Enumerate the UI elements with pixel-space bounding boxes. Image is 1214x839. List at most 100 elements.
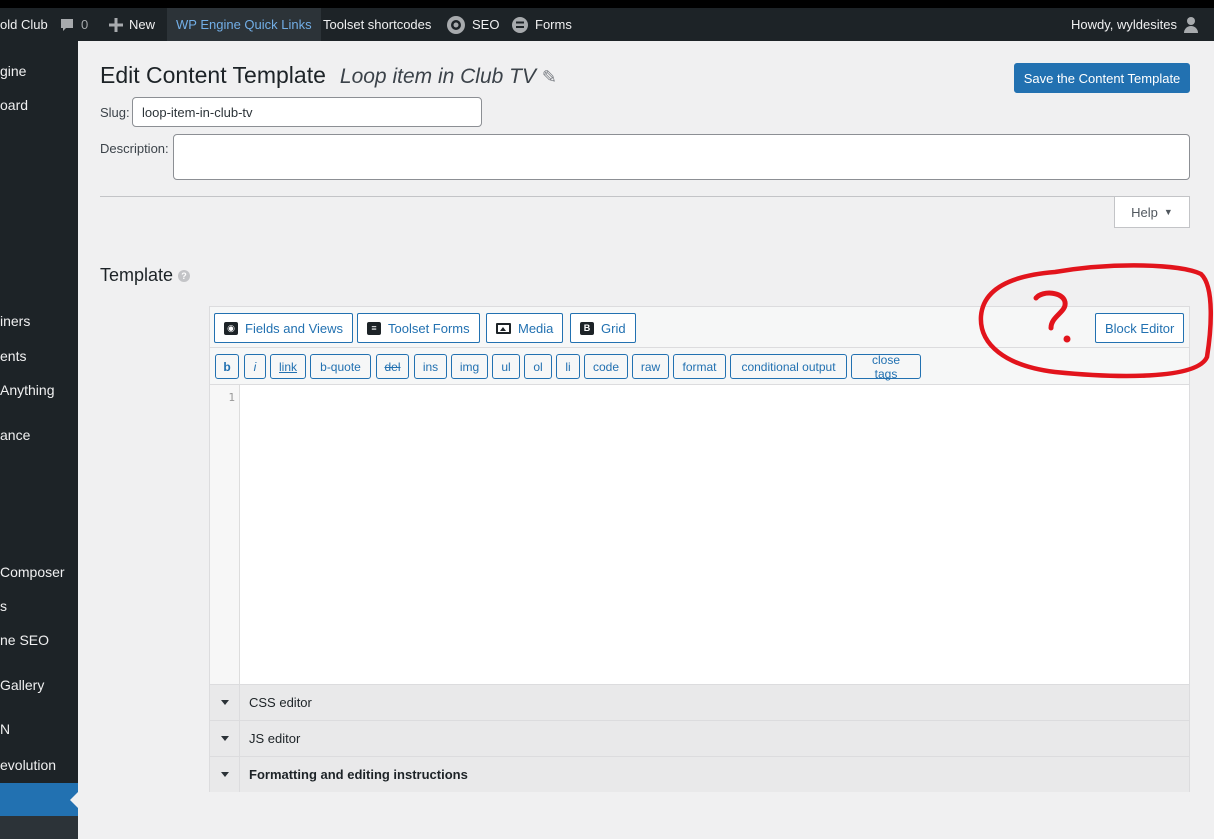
seo-label: SEO — [472, 17, 500, 32]
sidebar-item-current[interactable] — [0, 783, 78, 816]
toolset-views-icon: ◉ — [224, 321, 238, 335]
sidebar-item[interactable]: oard — [0, 97, 28, 113]
template-section-title: Template ? — [100, 265, 191, 286]
slug-label: Slug: — [100, 105, 130, 120]
block-editor-button[interactable]: Block Editor — [1095, 313, 1185, 343]
panel-toggle[interactable] — [210, 721, 240, 756]
comments-count: 0 — [81, 17, 89, 32]
quicktag-ul[interactable]: ul — [492, 354, 520, 379]
comment-icon — [59, 17, 75, 33]
toolset-forms-icon: ≡ — [367, 321, 381, 335]
page-title-text: Edit Content Template — [100, 62, 326, 88]
sidebar-item[interactable]: evolution — [0, 757, 56, 773]
code-editor[interactable]: 1 — [210, 385, 1189, 684]
template-editor: ◉ Fields and Views ≡ Toolset Forms Media… — [209, 306, 1190, 792]
formatting-instructions-label: Formatting and editing instructions — [249, 767, 468, 782]
sidebar-submenu — [0, 816, 78, 839]
quicktag-ins[interactable]: ins — [414, 354, 447, 379]
seo-gear-icon — [446, 15, 466, 35]
avatar-icon — [1183, 16, 1199, 33]
toolset-forms-label: Toolset Forms — [388, 320, 470, 336]
help-label: Help — [1131, 204, 1158, 220]
caret-down-icon — [220, 772, 229, 777]
line-number: 1 — [228, 391, 235, 404]
site-name-link[interactable]: old Club — [0, 8, 48, 41]
new-content-link[interactable]: New — [109, 8, 155, 41]
js-editor-panel[interactable]: JS editor — [210, 720, 1189, 756]
grid-button[interactable]: B Grid — [570, 313, 636, 343]
editor-toolbar: ◉ Fields and Views ≡ Toolset Forms Media… — [210, 307, 1189, 348]
quicktag-conditional-output[interactable]: conditional output — [730, 354, 847, 379]
quicktag-del[interactable]: del — [376, 354, 409, 379]
sidebar-item[interactable]: Composer — [0, 564, 65, 580]
quicktag-b-quote[interactable]: b-quote — [310, 354, 371, 379]
forms-icon — [511, 16, 529, 34]
plus-icon — [109, 17, 123, 32]
quicktag-format[interactable]: format — [673, 354, 726, 379]
quick-links-label: WP Engine Quick Links — [176, 17, 312, 32]
line-number-gutter: 1 — [210, 385, 240, 684]
seo-menu[interactable]: SEO — [446, 8, 499, 41]
panel-toggle[interactable] — [210, 685, 240, 720]
sidebar-item[interactable]: ents — [0, 348, 26, 364]
description-field[interactable] — [173, 134, 1190, 180]
slug-input[interactable] — [132, 97, 482, 127]
template-name[interactable]: Loop item in Club TV ✎ — [340, 65, 557, 89]
bootstrap-icon: B — [580, 321, 594, 335]
pencil-icon[interactable]: ✎ — [542, 67, 557, 87]
comments-link[interactable]: 0 — [59, 8, 88, 41]
caret-down-icon — [220, 700, 229, 705]
sidebar-item[interactable]: ne SEO — [0, 632, 49, 648]
fields-and-views-label: Fields and Views — [245, 320, 344, 336]
quicktag-raw[interactable]: raw — [632, 354, 669, 379]
media-icon — [496, 322, 511, 334]
block-editor-label: Block Editor — [1105, 320, 1175, 336]
quicktag-li[interactable]: li — [556, 354, 580, 379]
admin-sidebar-menu: gine oard iners ents Anything ance Compo… — [0, 41, 78, 839]
my-account-menu[interactable]: Howdy, wyldesites — [1071, 8, 1199, 41]
add-media-button[interactable]: Media — [486, 313, 564, 343]
css-editor-label: CSS editor — [249, 695, 312, 710]
css-editor-panel[interactable]: CSS editor — [210, 684, 1189, 720]
sidebar-item[interactable]: iners — [0, 313, 30, 329]
caret-down-icon: ▼ — [1163, 207, 1173, 217]
admin-bar: old Club 0 New WP Engine Quick Links Too… — [0, 8, 1214, 41]
howdy-text: Howdy, wyldesites — [1071, 17, 1177, 32]
quicktag-img[interactable]: img — [451, 354, 488, 379]
help-question-icon[interactable]: ? — [178, 269, 191, 282]
header-divider — [100, 196, 1190, 197]
page-title: Edit Content Template Loop item in Club … — [100, 62, 557, 89]
toolset-shortcodes-menu[interactable]: Toolset shortcodes — [323, 8, 431, 41]
template-section-label: Template — [100, 265, 174, 285]
description-label: Description: — [100, 141, 169, 156]
toolset-shortcodes-label: Toolset shortcodes — [323, 17, 432, 32]
save-content-template-button[interactable]: Save the Content Template — [1014, 63, 1190, 93]
quicktag-i[interactable]: i — [244, 354, 266, 379]
sidebar-item[interactable]: ance — [0, 427, 30, 443]
site-name: old Club — [0, 17, 48, 32]
quicktag-code[interactable]: code — [584, 354, 628, 379]
sidebar-item[interactable]: s — [0, 598, 7, 614]
forms-menu[interactable]: Forms — [511, 8, 572, 41]
fields-and-views-button[interactable]: ◉ Fields and Views — [214, 313, 354, 343]
sidebar-item[interactable]: N — [0, 721, 10, 737]
quicktags-bar: b i link b-quote del ins img ul ol li co… — [210, 348, 1189, 385]
quicktag-b[interactable]: b — [215, 354, 239, 379]
sidebar-item[interactable]: Gallery — [0, 677, 44, 693]
top-strip — [0, 0, 1214, 8]
caret-down-icon — [220, 736, 229, 741]
quicktag-link[interactable]: link — [270, 354, 306, 379]
forms-label: Forms — [535, 17, 572, 32]
help-tab-button[interactable]: Help ▼ — [1114, 197, 1190, 228]
grid-label: Grid — [601, 320, 626, 336]
quicktag-ol[interactable]: ol — [524, 354, 552, 379]
template-name-text: Loop item in Club TV — [339, 65, 536, 88]
js-editor-label: JS editor — [249, 731, 301, 746]
sidebar-item[interactable]: gine — [0, 63, 26, 79]
panel-toggle[interactable] — [210, 757, 240, 792]
toolset-forms-button[interactable]: ≡ Toolset Forms — [357, 313, 480, 343]
quicktag-close-tags[interactable]: close tags — [851, 353, 921, 381]
sidebar-item[interactable]: Anything — [0, 382, 54, 398]
wp-engine-quick-links[interactable]: WP Engine Quick Links — [167, 8, 321, 41]
formatting-instructions-panel[interactable]: Formatting and editing instructions — [210, 756, 1189, 792]
